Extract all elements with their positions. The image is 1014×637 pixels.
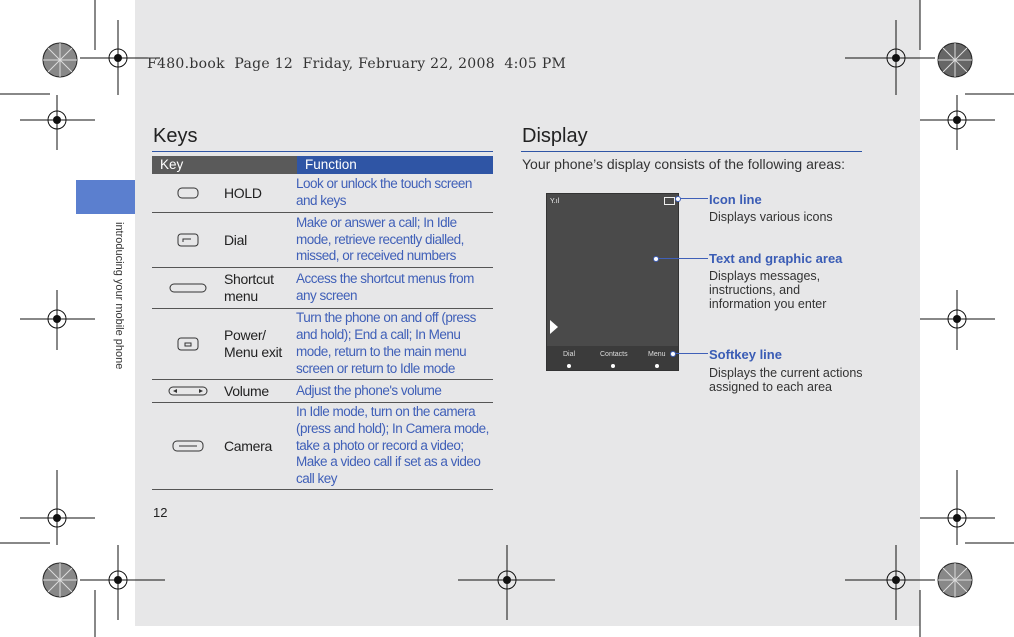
col-function-header: Function bbox=[305, 157, 357, 172]
keys-rule bbox=[152, 151, 493, 152]
table-row: Camera In Idle mode, turn on the camera … bbox=[152, 403, 493, 490]
table-row: Shortcut menu Access the shortcut menus … bbox=[152, 268, 493, 309]
chapter-tab bbox=[76, 180, 135, 214]
table-row: Volume Adjust the phone's volume bbox=[152, 380, 493, 403]
softkey-dial: Dial bbox=[563, 351, 576, 358]
callout-icon-line-desc: Displays various icons bbox=[709, 210, 833, 224]
key-name: HOLD bbox=[224, 184, 262, 201]
display-title: Display bbox=[522, 125, 588, 147]
callout-line bbox=[680, 198, 708, 199]
table-row: HOLD Look or unlock the touch screen and… bbox=[152, 174, 493, 213]
callout-softkey-title: Softkey line bbox=[709, 347, 782, 362]
callout-dot bbox=[653, 256, 659, 262]
softkey-dot bbox=[567, 364, 571, 368]
callout-line bbox=[658, 258, 708, 259]
table-header: Key Function bbox=[152, 156, 493, 174]
softkey-menu: Menu bbox=[648, 351, 666, 358]
power-key-icon bbox=[152, 337, 224, 351]
key-name: Volume bbox=[224, 382, 269, 399]
key-function: Look or unlock the touch screen and keys bbox=[296, 176, 472, 208]
callout-dot bbox=[675, 196, 681, 202]
key-name: Shortcut menu bbox=[224, 271, 274, 304]
phone-screen-illustration: Y.ıl Dial Contacts Menu bbox=[546, 193, 679, 371]
callout-text-area-desc: Displays messages, instructions, and inf… bbox=[709, 269, 827, 311]
table-row: Dial Make or answer a call; In Idle mode… bbox=[152, 213, 493, 268]
table-row: Power/ Menu exit Turn the phone on and o… bbox=[152, 309, 493, 380]
callout-softkey-desc: Displays the current actions assigned to… bbox=[709, 366, 863, 394]
key-function: Adjust the phone's volume bbox=[296, 382, 442, 398]
callout-line bbox=[675, 353, 708, 354]
chapter-label: introducing your mobile phone bbox=[113, 222, 125, 370]
camera-key-icon bbox=[152, 440, 224, 452]
key-function: Access the shortcut menus from any scree… bbox=[296, 271, 474, 303]
display-rule bbox=[521, 151, 862, 152]
keys-title: Keys bbox=[153, 125, 198, 147]
key-name: Camera bbox=[224, 437, 272, 454]
softkey-dot bbox=[655, 364, 659, 368]
shortcut-key-icon bbox=[152, 283, 224, 293]
signal-icon: Y.ıl bbox=[550, 198, 560, 205]
softkey-contacts: Contacts bbox=[600, 351, 628, 358]
play-arrow-icon bbox=[550, 320, 558, 334]
callout-text-area-title: Text and graphic area bbox=[709, 251, 843, 266]
keys-table: Key Function HOLD Look or unlock the tou… bbox=[152, 156, 493, 490]
key-function: Turn the phone on and off (press and hol… bbox=[296, 310, 476, 376]
book-header: F480.book Page 12 Friday, February 22, 2… bbox=[147, 56, 567, 72]
battery-icon bbox=[664, 197, 675, 205]
display-intro: Your phone’s display consists of the fol… bbox=[522, 156, 845, 172]
callout-icon-line-title: Icon line bbox=[709, 192, 762, 207]
key-function: Make or answer a call; In Idle mode, ret… bbox=[296, 214, 464, 264]
softkey-dot bbox=[611, 364, 615, 368]
page-number: 12 bbox=[153, 505, 168, 520]
hold-key-icon bbox=[152, 187, 224, 199]
callout-dot bbox=[670, 351, 676, 357]
key-name: Dial bbox=[224, 231, 247, 248]
dial-key-icon bbox=[152, 233, 224, 247]
key-function: In Idle mode, turn on the camera (press … bbox=[296, 404, 489, 487]
col-key-header: Key bbox=[152, 156, 297, 174]
volume-key-icon bbox=[152, 386, 224, 396]
key-name: Power/ Menu exit bbox=[224, 327, 282, 360]
